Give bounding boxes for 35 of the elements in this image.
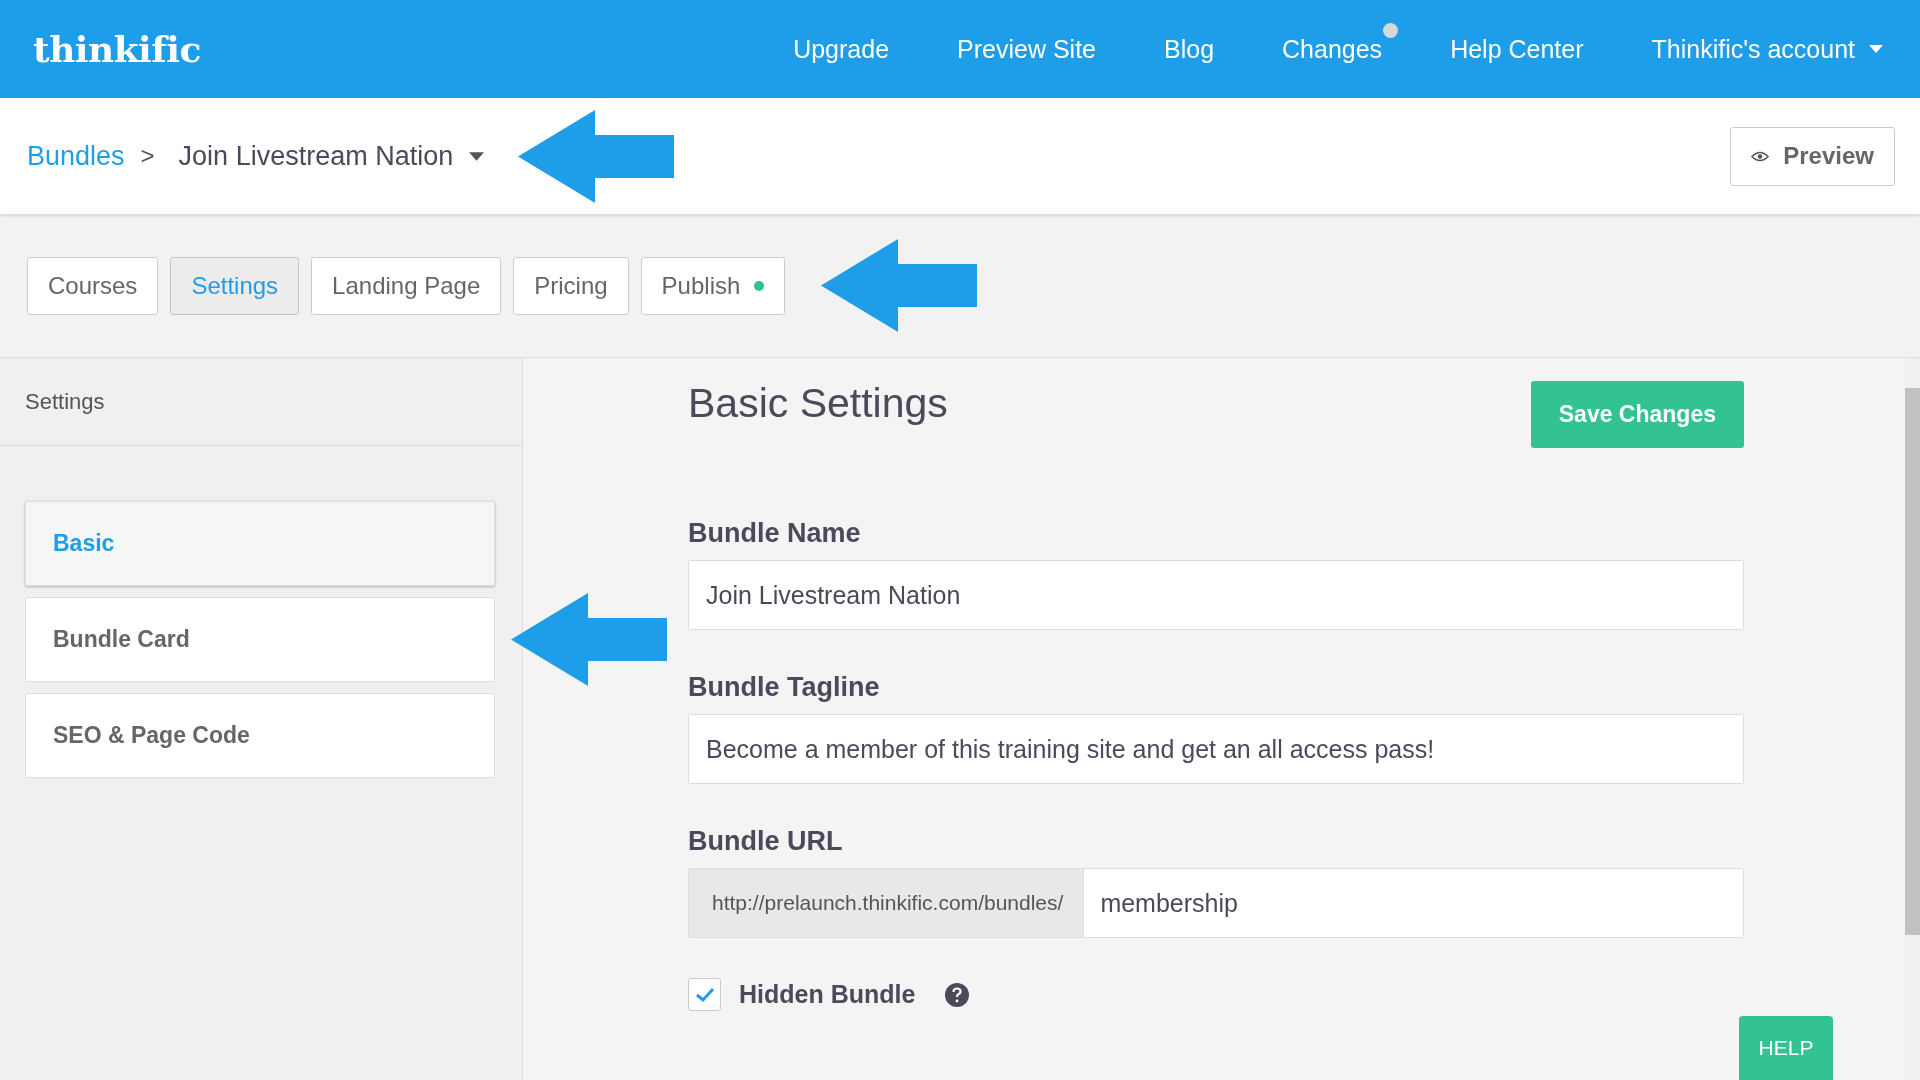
nav-link[interactable]: Upgrade <box>793 34 890 64</box>
tab[interactable]: Courses <box>27 256 159 315</box>
scrollbar[interactable] <box>1905 358 1920 1080</box>
tab[interactable]: Settings <box>170 256 300 315</box>
page-title: Basic Settings <box>688 380 948 427</box>
help-button[interactable]: HELP <box>1739 1016 1833 1080</box>
nav-link[interactable]: Preview Site <box>957 34 1096 64</box>
checkbox[interactable] <box>688 978 721 1011</box>
tab[interactable]: Pricing <box>513 256 629 315</box>
nav-link[interactable]: Help Center <box>1450 34 1584 64</box>
sidebar-item[interactable]: Basic <box>25 501 495 586</box>
nav-link[interactable]: Blog <box>1164 34 1215 64</box>
caret-icon <box>469 151 485 161</box>
eye-icon <box>1751 150 1770 162</box>
checkmark-icon <box>694 986 715 1003</box>
breadcrumb-separator: > <box>140 142 155 170</box>
tab[interactable]: Landing Page <box>311 256 502 315</box>
input-field[interactable]: Join Livestream Nation <box>688 560 1744 630</box>
logo[interactable]: thinkific <box>33 28 201 70</box>
bundle-dropdown[interactable]: Join Livestream Nation <box>178 140 485 172</box>
field-label: Bundle Name <box>688 518 862 549</box>
save-button[interactable]: Save Changes <box>1530 381 1744 448</box>
input-field[interactable]: Become a member of this training site and get an all access pass! <box>688 714 1744 784</box>
nav-link[interactable]: Changes <box>1282 34 1383 64</box>
sidebar-item[interactable]: SEO & Page Code <box>25 693 495 778</box>
sidebar-title: Settings <box>0 358 522 446</box>
help-icon[interactable] <box>945 982 970 1007</box>
tab[interactable]: Publish <box>640 256 786 315</box>
field-label: Bundle Tagline <box>688 672 881 703</box>
breadcrumb-link[interactable]: Bundles <box>27 140 125 172</box>
sidebar-item[interactable]: Bundle Card <box>25 597 495 682</box>
field-label: Bundle URL <box>688 826 844 857</box>
preview-button[interactable]: Preview <box>1730 126 1895 186</box>
nav-link[interactable]: Thinkific's account <box>1651 34 1855 64</box>
checkbox-label: Hidden Bundle <box>739 980 916 1009</box>
